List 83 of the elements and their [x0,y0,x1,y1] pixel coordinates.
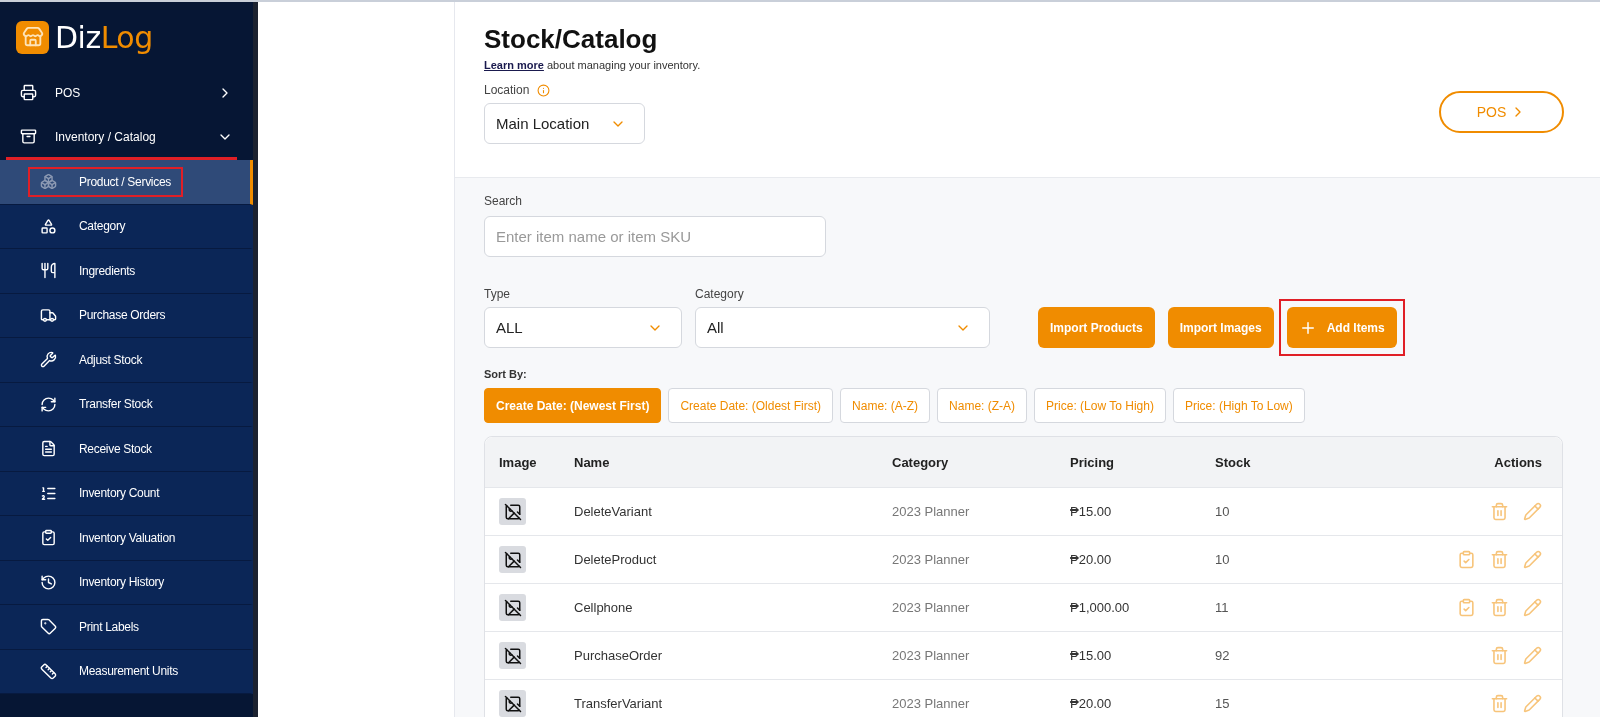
table-cell-text: 2023 Planner [892,504,971,519]
archive-box-icon [20,128,37,145]
category-select[interactable]: All [695,307,990,348]
delete-icon[interactable] [1490,646,1509,665]
info-icon[interactable] [537,83,551,97]
delete-icon[interactable] [1490,598,1509,617]
sidebar-submenu-item[interactable]: Ingredients [0,249,253,294]
column-header: Category [892,454,950,470]
table-cell-text: ₱20.00 [1070,552,1113,567]
sidebar-submenu-item[interactable]: Inventory Count [0,471,253,516]
table-cell-text: 92 [1215,648,1231,663]
clipboard-check-icon [40,529,57,547]
numbered-list-icon [40,484,57,502]
table-cell-text: 15 [1215,696,1231,711]
sidebar-submenu-item[interactable]: Purchase Orders [0,293,253,338]
delete-icon[interactable] [1490,502,1509,521]
table-cell-text: DeleteProduct [574,552,658,567]
wrench-icon [40,351,57,369]
page-title: Stock/Catalog [484,24,659,55]
no-image-icon [499,642,526,669]
type-label: Type [484,287,511,301]
sidebar-submenu-item[interactable]: Adjust Stock [0,338,253,383]
sidebar-submenu-item[interactable]: Product / Services [0,160,253,205]
delete-icon[interactable] [1490,550,1509,569]
sidebar-submenu-item[interactable]: Inventory History [0,560,253,605]
sidebar-submenu-item[interactable]: Category [0,204,253,249]
table-cell-text: 2023 Planner [892,552,971,567]
table-cell-text: 2023 Planner [892,600,971,615]
clipboard-check-icon[interactable] [1457,550,1476,569]
receipt-icon [40,440,57,458]
sidebar-menu-item[interactable]: POS [6,72,237,116]
column-header: Image [499,454,538,470]
column-header: Pricing [1070,454,1116,470]
column-header: Stock [1215,454,1252,470]
table-cell-text: 10 [1215,552,1231,567]
edit-icon[interactable] [1523,646,1542,665]
clipboard-check-icon[interactable] [1457,598,1476,617]
no-image-icon [499,594,526,621]
sort-label: Sort By: [484,368,528,380]
table-cell-text: 2023 Planner [892,696,971,711]
sync-icon [40,395,57,413]
truck-icon [40,306,57,324]
sidebar-submenu-item[interactable]: Inventory Valuation [0,516,253,561]
delete-icon[interactable] [1490,694,1509,713]
table-cell-text: TransferVariant [574,696,664,711]
type-select[interactable]: ALL [484,307,682,348]
edit-icon[interactable] [1523,502,1542,521]
table-cell-text: ₱15.00 [1070,648,1113,663]
tag-icon [40,618,57,636]
category-label: Category [695,287,745,301]
table-cell-text: Cellphone [574,600,634,615]
edit-icon[interactable] [1523,694,1542,713]
shapes-icon [40,217,57,235]
column-header: Actions [1493,454,1542,470]
sidebar-submenu-item[interactable]: Measurement Units [0,649,253,694]
location-select[interactable]: Main Location [484,103,645,144]
ruler-icon [40,662,57,680]
sidebar-submenu-item[interactable]: Receive Stock [0,427,253,472]
table-cell-text: 11 [1215,600,1230,615]
history-icon [40,573,57,591]
no-image-icon [499,546,526,573]
search-label: Search [484,194,524,208]
table-cell-text: 2023 Planner [892,648,971,663]
boxes-icon [40,173,57,191]
search-field[interactable]: Enter item name or item SKU [484,216,826,257]
learn-more-link[interactable]: Learn more [484,59,544,71]
utensils-icon [40,262,57,280]
table-cell-text: 10 [1215,504,1231,519]
sidebar-submenu-item[interactable]: Print Labels [0,605,253,650]
table-cell-text: DeleteVariant [574,504,653,519]
brand-logo: DizLog [55,19,153,55]
sidebar-submenu-item[interactable]: Transfer Stock [0,382,253,427]
table-cell-text: PurchaseOrder [574,648,664,663]
table-cell-text: ₱1,000.00 [1070,600,1131,615]
page-subtitle: Learn more about managing your inventory. [484,59,701,71]
edit-icon[interactable] [1523,550,1542,569]
column-header: Name [574,454,611,470]
location-label: Location [484,83,530,97]
store-logo-icon [16,20,49,54]
no-image-icon [499,498,526,525]
edit-icon[interactable] [1523,598,1542,617]
table-cell-text: ₱15.00 [1070,504,1113,519]
table-cell-text: ₱20.00 [1070,696,1113,711]
